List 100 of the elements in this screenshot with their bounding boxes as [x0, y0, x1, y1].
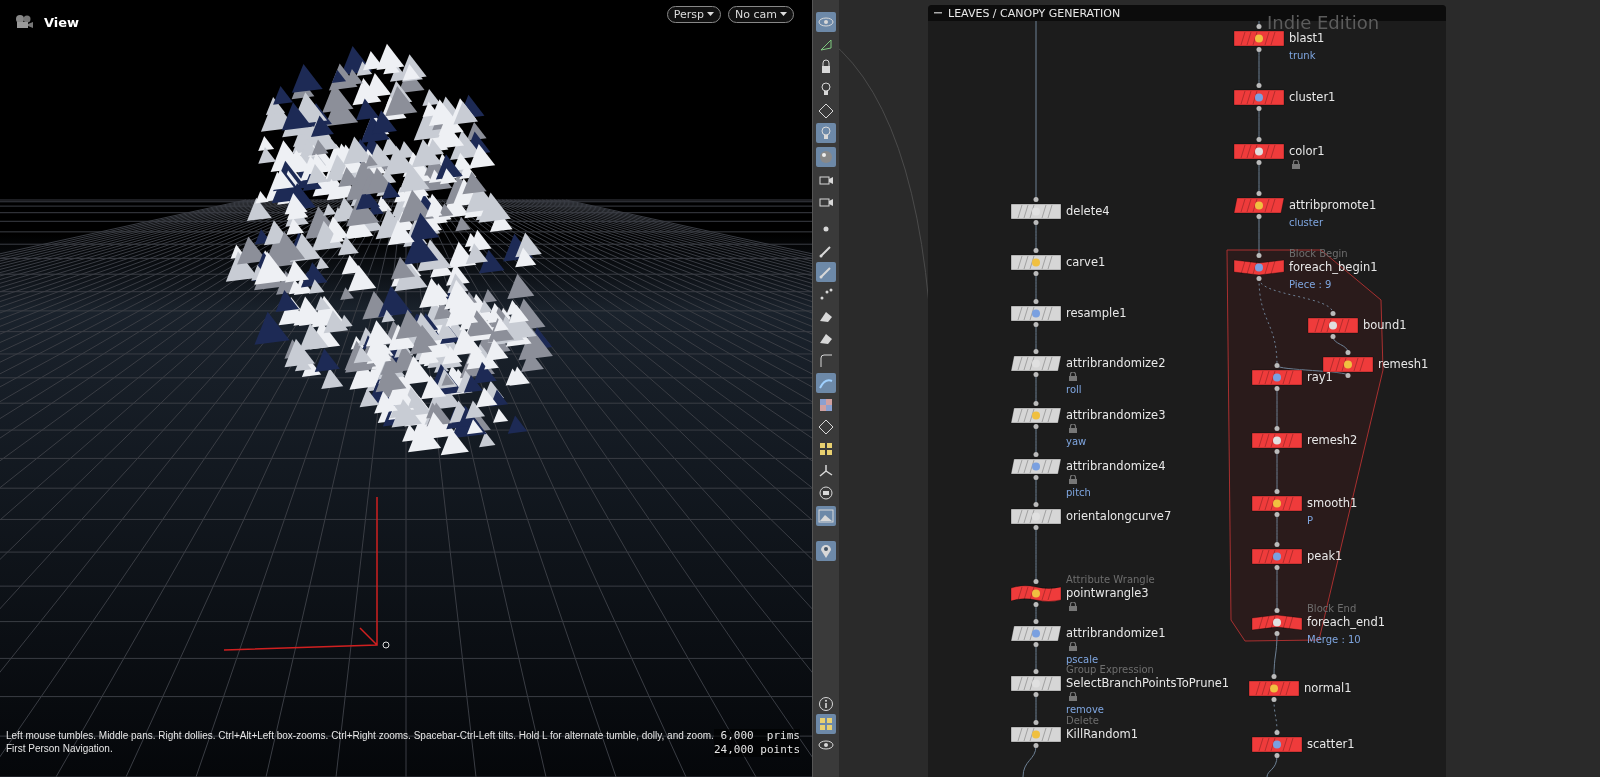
- diamond-icon[interactable]: [816, 101, 836, 121]
- network-node[interactable]: [1010, 304, 1062, 322]
- network-node[interactable]: [1251, 735, 1303, 753]
- connector-dot[interactable]: [1033, 475, 1039, 480]
- network-node[interactable]: [1010, 507, 1062, 525]
- connector-dot[interactable]: [1256, 24, 1262, 29]
- camera-menu-button[interactable]: No cam: [728, 6, 794, 23]
- connector-dot[interactable]: [1256, 214, 1262, 219]
- network-node[interactable]: [1251, 368, 1303, 386]
- network-node[interactable]: [1010, 253, 1062, 271]
- pin-icon[interactable]: [816, 541, 836, 561]
- connector-dot[interactable]: [1274, 363, 1280, 368]
- node-parameter-label: cluster: [1289, 217, 1323, 229]
- connector-dot[interactable]: [1033, 720, 1039, 725]
- network-node[interactable]: [1010, 406, 1062, 424]
- connector-dot[interactable]: [1033, 197, 1039, 202]
- wire: [1035, 694, 1037, 723]
- connector-dot[interactable]: [1033, 401, 1039, 406]
- connector-dot[interactable]: [1033, 619, 1039, 624]
- connector-dot[interactable]: [1033, 579, 1039, 584]
- connector-dot[interactable]: [1345, 350, 1351, 355]
- network-node[interactable]: [1010, 354, 1062, 372]
- connector-dot[interactable]: [1033, 525, 1039, 530]
- connector-dot[interactable]: [1274, 730, 1280, 735]
- connector-dot[interactable]: [1271, 697, 1277, 702]
- connector-dot[interactable]: [1256, 253, 1262, 258]
- node-name: peak1: [1307, 549, 1343, 563]
- network-node[interactable]: [1322, 355, 1374, 373]
- node-name: orientalongcurve7: [1066, 509, 1172, 523]
- collapse-icon[interactable]: [934, 11, 942, 15]
- wire: [1258, 49, 1260, 86]
- network-node[interactable]: [1251, 431, 1303, 449]
- connector-dot[interactable]: [1256, 47, 1262, 52]
- node-name: resample1: [1066, 306, 1127, 320]
- connector-dot[interactable]: [1033, 372, 1039, 377]
- wire: [1258, 216, 1260, 256]
- network-node[interactable]: [1233, 258, 1285, 276]
- network-node[interactable]: [1251, 613, 1303, 631]
- wire: [1258, 20, 1260, 27]
- wave-icon[interactable]: [816, 373, 836, 393]
- circle-icon[interactable]: [816, 483, 836, 503]
- node-name: cluster1: [1289, 90, 1336, 104]
- connector-dot[interactable]: [1274, 449, 1280, 454]
- network-node[interactable]: [1010, 624, 1062, 642]
- connector-dot[interactable]: [1345, 373, 1351, 378]
- connector-dot[interactable]: [1033, 602, 1039, 607]
- connector-dot[interactable]: [1033, 248, 1039, 253]
- diamond-icon[interactable]: [816, 417, 836, 437]
- network-node[interactable]: [1233, 29, 1285, 47]
- connector-dot[interactable]: [1033, 692, 1039, 697]
- connector-dot[interactable]: [1033, 220, 1039, 225]
- network-node[interactable]: [1010, 725, 1062, 743]
- network-node[interactable]: [1010, 674, 1062, 692]
- connector-dot[interactable]: [1033, 502, 1039, 507]
- wire: [1276, 451, 1278, 492]
- network-node[interactable]: [1010, 202, 1062, 220]
- node-name: remesh1: [1378, 357, 1429, 371]
- network-node[interactable]: [1251, 494, 1303, 512]
- connector-dot[interactable]: [1033, 322, 1039, 327]
- network-node[interactable]: [1248, 679, 1300, 697]
- node-name: bound1: [1363, 318, 1407, 332]
- wire: [1035, 527, 1037, 582]
- connector-dot[interactable]: [1274, 542, 1280, 547]
- connector-dot[interactable]: [1033, 743, 1039, 748]
- connector-dot[interactable]: [1033, 452, 1039, 457]
- connector-dot[interactable]: [1274, 565, 1280, 570]
- network-node[interactable]: [1010, 457, 1062, 475]
- geometry-stat: 24,000 points: [713, 743, 800, 757]
- connector-dot[interactable]: [1033, 349, 1039, 354]
- connector-dot[interactable]: [1274, 426, 1280, 431]
- connector-dot[interactable]: [1256, 160, 1262, 165]
- node-name: attribrandomize4: [1066, 459, 1166, 473]
- connector-dot[interactable]: [1274, 608, 1280, 613]
- connector-dot[interactable]: [1256, 137, 1262, 142]
- connector-dot[interactable]: [1033, 424, 1039, 429]
- network-node[interactable]: [1307, 316, 1359, 334]
- node-name: foreach_begin1: [1289, 260, 1378, 274]
- connector-dot[interactable]: [1330, 334, 1336, 339]
- connector-dot[interactable]: [1274, 512, 1280, 517]
- connector-dot[interactable]: [1274, 386, 1280, 391]
- network-node[interactable]: [1233, 196, 1285, 214]
- connector-dot[interactable]: [1274, 489, 1280, 494]
- connector-dot[interactable]: [1033, 299, 1039, 304]
- info-icon[interactable]: [816, 694, 836, 714]
- network-node[interactable]: [1251, 547, 1303, 565]
- connector-dot[interactable]: [1256, 83, 1262, 88]
- connector-dot[interactable]: [1256, 276, 1262, 281]
- connector-dot[interactable]: [1033, 271, 1039, 276]
- connector-dot[interactable]: [1330, 311, 1336, 316]
- node-name: attribrandomize1: [1066, 626, 1166, 640]
- connector-dot[interactable]: [1256, 106, 1262, 111]
- connector-dot[interactable]: [1271, 674, 1277, 679]
- connector-dot[interactable]: [1256, 191, 1262, 196]
- connector-dot[interactable]: [1274, 753, 1280, 758]
- network-node[interactable]: [1233, 142, 1285, 160]
- network-node[interactable]: [1233, 88, 1285, 106]
- connector-dot[interactable]: [1033, 642, 1039, 647]
- connector-dot[interactable]: [1274, 631, 1280, 636]
- network-node[interactable]: [1010, 584, 1062, 602]
- connector-dot[interactable]: [1033, 669, 1039, 674]
